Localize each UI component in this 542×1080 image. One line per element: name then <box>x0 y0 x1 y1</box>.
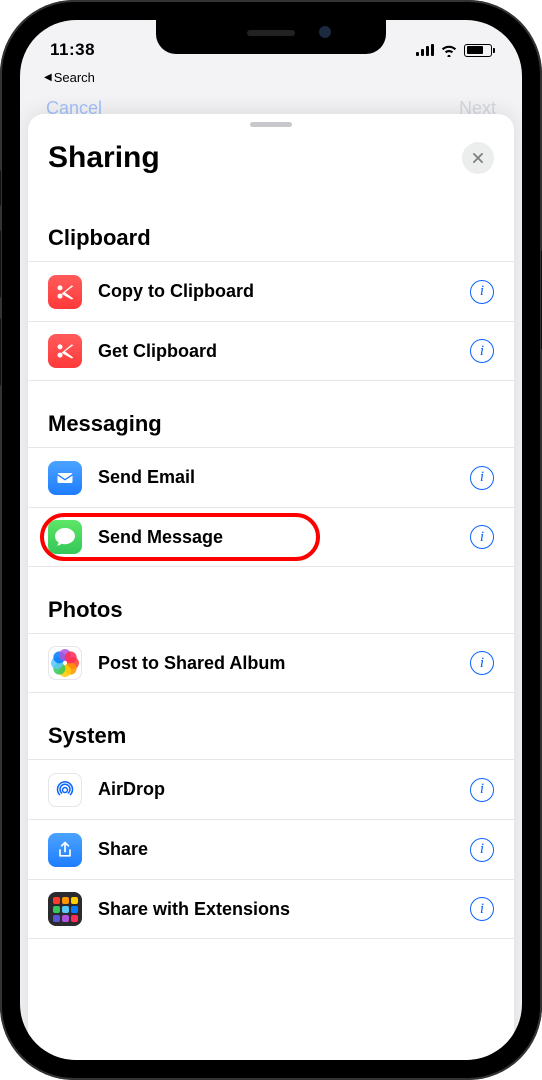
sheet-title: Sharing <box>48 141 160 175</box>
back-to-app-button[interactable]: ◀ Search <box>44 70 95 85</box>
section-photos: Photos Post to Shared Album i <box>28 567 514 693</box>
info-button[interactable]: i <box>470 339 494 363</box>
info-button[interactable]: i <box>470 838 494 862</box>
row-label: Send Message <box>98 527 454 548</box>
photos-icon <box>48 646 82 680</box>
section-title: Clipboard <box>28 197 514 261</box>
status-time: 11:38 <box>50 40 95 60</box>
row-label: Get Clipboard <box>98 341 454 362</box>
row-label: Share with Extensions <box>98 899 454 920</box>
message-icon <box>48 520 82 554</box>
info-button[interactable]: i <box>470 466 494 490</box>
scissors-icon <box>48 334 82 368</box>
row-label: Copy to Clipboard <box>98 281 454 302</box>
notch <box>156 20 386 54</box>
row-label: Share <box>98 839 454 860</box>
close-icon <box>471 151 485 165</box>
section-title: System <box>28 693 514 759</box>
back-chevron-icon: ◀ <box>44 72 52 83</box>
sheet-body: Clipboard Copy to Clipboard i Get Clipbo… <box>28 197 514 959</box>
info-button[interactable]: i <box>470 525 494 549</box>
row-share[interactable]: Share i <box>28 819 514 879</box>
row-post-to-shared-album[interactable]: Post to Shared Album i <box>28 633 514 693</box>
wifi-icon <box>440 43 458 57</box>
row-label: Send Email <box>98 467 454 488</box>
row-share-with-extensions[interactable]: Share with Extensions i <box>28 879 514 939</box>
row-get-clipboard[interactable]: Get Clipboard i <box>28 321 514 381</box>
close-button[interactable] <box>462 142 494 174</box>
row-send-email[interactable]: Send Email i <box>28 447 514 507</box>
status-icons <box>416 43 492 57</box>
side-button <box>0 230 1 298</box>
section-clipboard: Clipboard Copy to Clipboard i Get Clipbo… <box>28 197 514 381</box>
side-button <box>0 170 1 206</box>
screen: 11:38 ◀ Search Cancel Next Sharing <box>20 20 522 1060</box>
share-icon <box>48 833 82 867</box>
mail-icon <box>48 461 82 495</box>
section-system: System AirDrop i Share i <box>28 693 514 939</box>
extensions-icon <box>48 892 82 926</box>
row-airdrop[interactable]: AirDrop i <box>28 759 514 819</box>
back-label: Search <box>54 70 95 85</box>
scissors-icon <box>48 275 82 309</box>
cellular-icon <box>416 44 434 56</box>
row-label: Post to Shared Album <box>98 653 454 674</box>
section-title: Messaging <box>28 381 514 447</box>
info-button[interactable]: i <box>470 897 494 921</box>
device-frame: 11:38 ◀ Search Cancel Next Sharing <box>0 0 542 1080</box>
sheet-header: Sharing <box>28 127 514 197</box>
section-title: Photos <box>28 567 514 633</box>
info-button[interactable]: i <box>470 778 494 802</box>
section-messaging: Messaging Send Email i Send Messag <box>28 381 514 567</box>
sharing-sheet: Sharing Clipboard Copy to Clipboard i <box>28 114 514 1060</box>
battery-icon <box>464 44 492 57</box>
info-button[interactable]: i <box>470 651 494 675</box>
side-button <box>0 318 1 386</box>
row-send-message[interactable]: Send Message i <box>28 507 514 567</box>
row-copy-to-clipboard[interactable]: Copy to Clipboard i <box>28 261 514 321</box>
info-button[interactable]: i <box>470 280 494 304</box>
row-label: AirDrop <box>98 779 454 800</box>
airdrop-icon <box>48 773 82 807</box>
